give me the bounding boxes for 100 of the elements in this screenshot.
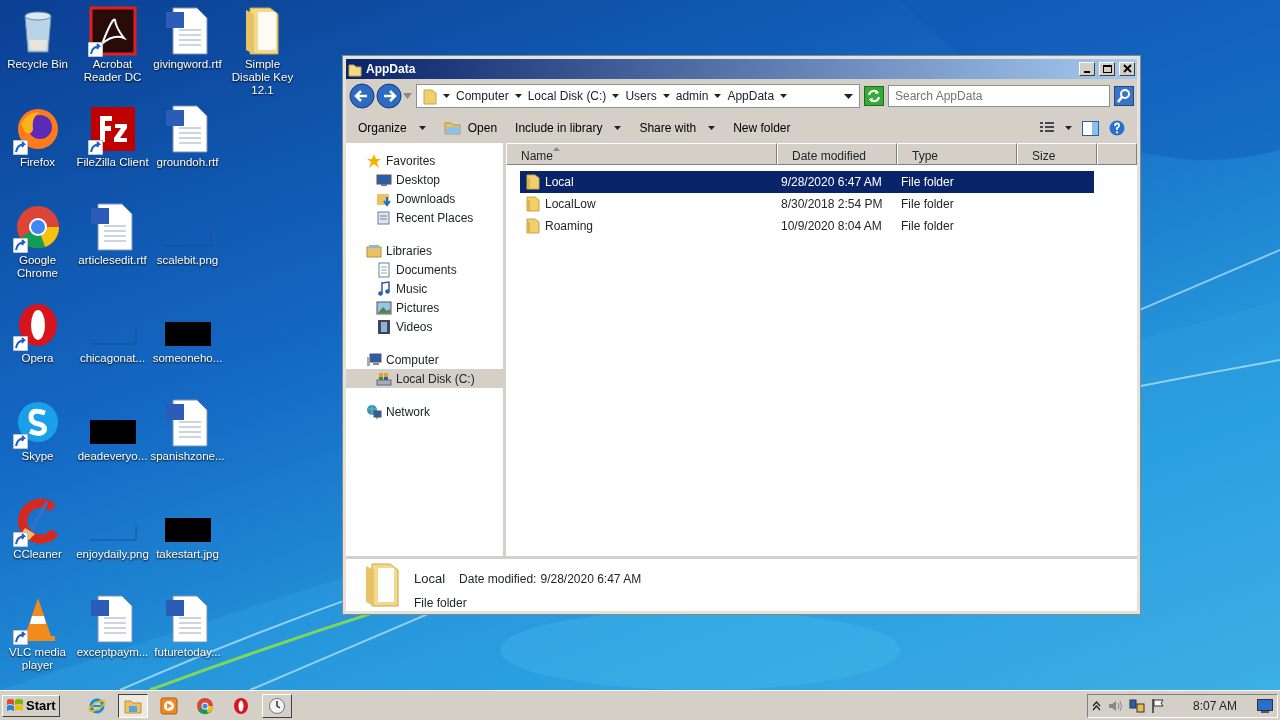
file-row[interactable]: LocalLow 8/30/2018 2:54 PM File folder — [520, 193, 1094, 215]
pdf-reader-icon[interactable] — [87, 6, 138, 56]
maximize-button[interactable] — [1099, 62, 1115, 76]
breadcrumb-caret-icon — [780, 94, 788, 98]
flag-icon[interactable] — [1150, 697, 1165, 714]
maximize-icon — [1101, 64, 1113, 74]
caret-icon — [614, 126, 622, 130]
details-value: 9/28/2020 6:47 AM — [540, 571, 642, 588]
show-hidden-icons-icon[interactable] — [1091, 700, 1101, 711]
desktop-icon-label[interactable]: VLC media player — [0, 646, 75, 672]
menu-button[interactable]: Organize — [358, 119, 426, 137]
windows-logo-icon — [6, 697, 24, 714]
library-folder-icon — [366, 242, 382, 259]
navigation-item[interactable]: Computer — [346, 350, 503, 369]
navigation-item[interactable]: Downloads — [346, 189, 503, 208]
navigation-item[interactable]: Music — [346, 279, 503, 298]
desktop-icon-label[interactable]: Recycle Bin — [0, 58, 75, 71]
desktop-icon-label[interactable]: Firefox — [0, 156, 75, 169]
refresh-button[interactable] — [864, 86, 884, 106]
address-bar[interactable]: Computer Local Disk (C:) Users admin AppData — [416, 84, 860, 108]
start-button[interactable]: Start — [2, 694, 60, 717]
navigation-item[interactable]: Local Disk (C:) — [346, 369, 503, 388]
network-icon[interactable] — [1128, 697, 1145, 714]
file-date: 8/30/2018 2:54 PM — [781, 196, 884, 213]
breadcrumb-item[interactable]: admin — [675, 87, 709, 105]
desktop-icon-label[interactable]: Opera — [0, 352, 75, 365]
desktop-icon-label[interactable]: takestart.jpg — [150, 548, 225, 561]
desktop-icon-label[interactable]: CCleaner — [0, 548, 75, 561]
desktop-icon-label[interactable]: enjoydaily.png — [75, 548, 150, 561]
breadcrumb-item[interactable]: Computer — [456, 87, 509, 105]
desktop-icon-label[interactable]: scalebit.png — [150, 254, 225, 267]
monitor-icon — [376, 171, 392, 188]
navigation-item[interactable]: Pictures — [346, 298, 503, 317]
pictures-icon — [376, 299, 392, 316]
desktop-icon-label[interactable]: articlesedit.rtf — [75, 254, 150, 267]
breadcrumb-item[interactable]: AppData — [727, 87, 775, 105]
help-icon[interactable] — [1109, 120, 1125, 136]
file-name: Roaming — [545, 218, 594, 235]
navigation-item[interactable]: Videos — [346, 317, 503, 336]
desktop-icon-label[interactable]: FileZilla Client — [75, 156, 150, 169]
breadcrumb-item[interactable]: Users — [625, 87, 657, 105]
close-button[interactable] — [1119, 62, 1135, 76]
film-icon — [376, 318, 392, 335]
navigation-item[interactable]: Libraries — [346, 241, 503, 260]
column-header[interactable]: Date modified — [777, 143, 897, 165]
navigation-item[interactable]: Network — [346, 402, 503, 421]
search-button[interactable] — [1114, 86, 1134, 106]
file-row[interactable]: Roaming 10/9/2020 8:04 AM File folder — [520, 215, 1094, 237]
desktop-icon-label[interactable]: Acrobat Reader DC — [75, 58, 150, 84]
details-label: Date modified: — [459, 571, 537, 588]
folder-icon — [526, 218, 540, 234]
navigation-item[interactable]: Documents — [346, 260, 503, 279]
breadcrumb-caret-icon — [662, 94, 670, 98]
desktop-icon-label[interactable]: chicagonat... — [75, 352, 150, 365]
file-row[interactable]: Local 9/28/2020 6:47 AM File folder — [520, 171, 1094, 193]
navigation-item[interactable]: Favorites — [346, 151, 503, 170]
file-date: 10/9/2020 8:04 AM — [781, 218, 883, 235]
browser-icon — [87, 696, 106, 715]
folder-icon — [443, 120, 462, 136]
address-dropdown-icon[interactable] — [844, 93, 853, 99]
computer-icon — [366, 351, 382, 368]
desktop-icon-label[interactable]: someoneho... — [150, 352, 225, 365]
toolbar-button[interactable]: New folder — [733, 119, 791, 137]
desktop-icon-label[interactable]: groundoh.rtf — [150, 156, 225, 169]
forward-button[interactable] — [376, 83, 402, 109]
window-title: AppData — [366, 61, 417, 78]
show-desktop-button[interactable] — [1257, 698, 1273, 713]
breadcrumb-caret-icon — [612, 94, 620, 98]
view-options-icon[interactable] — [1039, 121, 1055, 135]
navigation-item[interactable]: Desktop — [346, 170, 503, 189]
clock-icon — [267, 696, 286, 715]
desktop-icon-label[interactable]: givingword.rtf — [150, 58, 225, 71]
menu-button[interactable]: Include in library — [515, 119, 622, 137]
file-type: File folder — [901, 196, 954, 213]
taskbar-button[interactable] — [117, 693, 148, 718]
column-header[interactable]: Name — [506, 143, 777, 165]
desktop-icon-label[interactable]: Simple Disable Key 12.1 — [225, 58, 300, 97]
desktop-icon-label[interactable]: deadeveryo... — [75, 450, 150, 463]
column-header[interactable]: Size — [1017, 143, 1097, 165]
network-icon — [366, 403, 382, 420]
desktop-icon-label[interactable]: Google Chrome — [0, 254, 75, 280]
disk-drive-icon — [376, 370, 392, 387]
back-button[interactable] — [349, 83, 375, 109]
folder-icon — [526, 174, 540, 190]
clock-time[interactable]: 8:07 AM — [1192, 696, 1237, 715]
folder-icon — [423, 88, 437, 105]
file-type: File folder — [901, 174, 954, 191]
desktop-icon-label[interactable]: spanishzone... — [150, 450, 225, 463]
preview-pane-icon[interactable] — [1082, 120, 1099, 136]
folder-icon — [364, 562, 400, 608]
navigation-item[interactable]: Recent Places — [346, 208, 503, 227]
minimize-button[interactable] — [1079, 62, 1095, 76]
menu-button[interactable]: Share with — [639, 119, 716, 137]
search-field[interactable]: Search AppData — [888, 85, 1110, 107]
column-header[interactable]: Type — [897, 143, 1017, 165]
toolbar-button[interactable]: Open — [443, 119, 498, 137]
breadcrumb-item[interactable]: Local Disk (C:) — [527, 87, 607, 105]
desktop-icon-label[interactable]: Skype — [0, 450, 75, 463]
details-type: File folder — [414, 594, 468, 612]
chrome-icon — [195, 696, 214, 715]
